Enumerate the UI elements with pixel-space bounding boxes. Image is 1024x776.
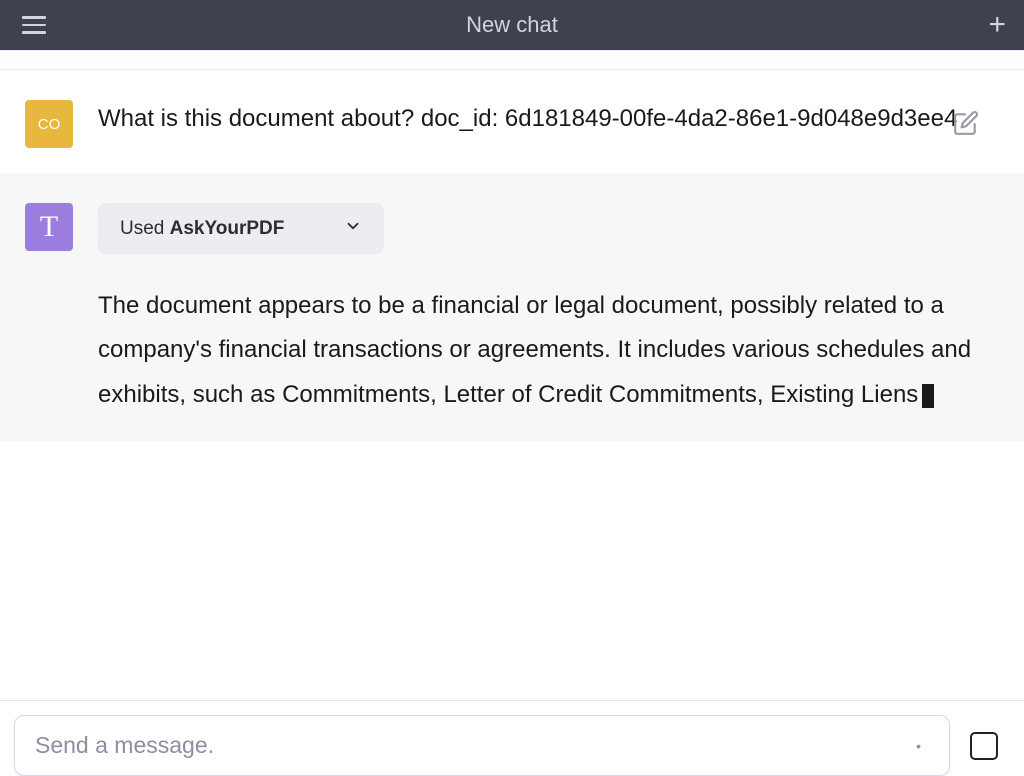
new-chat-icon[interactable]: + [988, 10, 1006, 40]
plugin-label: Used AskYourPDF [120, 218, 284, 240]
plugin-name: AskYourPDF [170, 218, 285, 239]
input-placeholder: Send a message. [35, 732, 214, 759]
user-message-body: What is this document about? doc_id: 6d1… [98, 100, 999, 137]
chevron-down-icon [344, 217, 362, 240]
chat-content: CO What is this document about? doc_id: … [0, 70, 1024, 700]
assistant-avatar: T [25, 203, 73, 251]
assistant-message-text: The document appears to be a financial o… [98, 284, 999, 417]
menu-icon[interactable] [18, 12, 50, 38]
typing-cursor-icon [922, 384, 934, 408]
page-title: New chat [466, 12, 558, 38]
input-area: Send a message. • [0, 700, 1024, 776]
user-avatar: CO [25, 100, 73, 148]
assistant-text-content: The document appears to be a financial o… [98, 292, 971, 408]
plugin-prefix: Used [120, 218, 170, 239]
app-header: New chat + [0, 0, 1024, 50]
message-input[interactable]: Send a message. • [14, 715, 950, 776]
input-indicator-icon: • [916, 738, 921, 754]
user-message-text: What is this document about? doc_id: 6d1… [98, 100, 999, 137]
edit-icon[interactable] [953, 110, 979, 141]
user-message: CO What is this document about? doc_id: … [0, 70, 1024, 173]
divider [0, 50, 1024, 70]
stop-button[interactable] [970, 732, 998, 760]
assistant-message: T Used AskYourPDF The document appears t… [0, 173, 1024, 442]
assistant-message-body: Used AskYourPDF The document appears to … [98, 203, 999, 417]
plugin-used-pill[interactable]: Used AskYourPDF [98, 203, 384, 254]
